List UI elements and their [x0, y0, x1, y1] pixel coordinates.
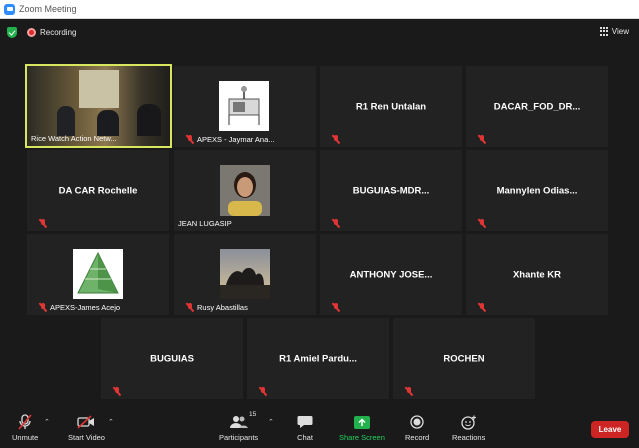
participant-tile[interactable]: Rice Watch Action Netw...	[25, 64, 172, 148]
participant-name-label: Rusy Abastillas	[186, 303, 248, 312]
participants-icon	[229, 414, 248, 430]
recording-dot-icon	[27, 27, 36, 37]
participant-mute-indicator	[405, 387, 416, 396]
video-off-icon	[77, 414, 95, 430]
microphone-muted-icon	[332, 135, 340, 144]
microphone-muted-icon	[478, 135, 486, 144]
participant-tile[interactable]: Mannylen Odias...	[466, 150, 608, 231]
window-title: Zoom Meeting	[19, 4, 77, 14]
participant-mute-indicator	[478, 135, 489, 144]
participant-name-center: Xhante KR	[512, 269, 562, 280]
participant-name-center: DA CAR Rochelle	[58, 185, 138, 196]
microphone-muted-icon	[332, 219, 340, 228]
view-button[interactable]: View	[599, 27, 629, 36]
grid-view-icon	[599, 27, 609, 36]
unmute-button[interactable]: Unmute	[12, 414, 38, 442]
participant-mute-indicator	[332, 219, 343, 228]
microphone-muted-icon	[259, 387, 267, 396]
microphone-muted-icon	[186, 135, 194, 144]
meeting-area: Recording View Rice Watch Action Netw...…	[0, 19, 639, 448]
microphone-muted-icon	[405, 387, 413, 396]
participant-name-center: BUGUIAS	[150, 353, 194, 364]
participant-tile[interactable]: ROCHEN	[393, 318, 535, 399]
participant-mute-indicator	[478, 219, 489, 228]
caret-up-icon[interactable]: ⌃	[108, 418, 114, 426]
reactions-icon	[461, 414, 477, 430]
start-video-button[interactable]: Start Video	[68, 414, 105, 442]
view-label: View	[611, 27, 629, 36]
microphone-muted-icon	[18, 414, 32, 430]
reactions-button[interactable]: Reactions	[452, 414, 485, 442]
participant-tile[interactable]: APEXS-James Acejo	[27, 234, 169, 315]
participant-name-center: DACAR_FOD_DR...	[493, 101, 581, 112]
chat-icon	[297, 414, 313, 430]
participants-button[interactable]: Participants	[219, 414, 258, 442]
meeting-toolbar: Unmute ⌃ Start Video ⌃ Participants 15 ⌃…	[0, 410, 639, 448]
meeting-topbar: Recording View	[0, 19, 639, 45]
recording-label: Recording	[40, 27, 77, 37]
microphone-muted-icon	[478, 219, 486, 228]
security-shield-icon[interactable]	[7, 27, 17, 38]
participant-name-center: R1 Amiel Pardu...	[279, 353, 357, 364]
microphone-muted-icon	[39, 303, 47, 312]
participant-mute-indicator	[113, 387, 124, 396]
participant-name-label: APEXS-James Acejo	[39, 303, 120, 312]
participant-tile[interactable]: Xhante KR	[466, 234, 608, 315]
record-icon	[410, 414, 424, 430]
participant-name-center: Mannylen Odias...	[496, 185, 578, 196]
participant-mute-indicator	[478, 303, 489, 312]
participant-picture	[220, 165, 270, 216]
participant-tile[interactable]: DACAR_FOD_DR...	[466, 66, 608, 147]
participant-name-label: APEXS - Jaymar Ana...	[186, 135, 275, 144]
share-screen-icon	[353, 414, 370, 430]
participant-tile[interactable]: BUGUIAS-MDR...	[320, 150, 462, 231]
participant-tile[interactable]: R1 Amiel Pardu...	[247, 318, 389, 399]
participant-name-center: R1 Ren Untalan	[355, 101, 427, 112]
participant-tile[interactable]: Rusy Abastillas	[174, 234, 316, 315]
participant-picture	[219, 81, 269, 131]
participant-tile[interactable]: DA CAR Rochelle	[27, 150, 169, 231]
participant-name-label: JEAN LUGASIP	[178, 219, 232, 228]
microphone-muted-icon	[186, 303, 194, 312]
participant-picture	[73, 249, 123, 299]
participant-mute-indicator	[332, 135, 343, 144]
participant-name-label: Rice Watch Action Netw...	[31, 134, 117, 143]
microphone-muted-icon	[113, 387, 121, 396]
caret-up-icon[interactable]: ⌃	[44, 418, 50, 426]
recording-indicator[interactable]: Recording	[27, 26, 76, 38]
window-titlebar: Zoom Meeting	[0, 0, 639, 19]
participant-mute-indicator	[259, 387, 270, 396]
caret-up-icon[interactable]: ⌃	[268, 418, 274, 426]
participant-tile[interactable]: ANTHONY JOSE...	[320, 234, 462, 315]
participant-tile[interactable]: APEXS - Jaymar Ana...	[174, 66, 316, 147]
participant-name-center: BUGUIAS-MDR...	[352, 185, 430, 196]
participant-tile[interactable]: BUGUIAS	[101, 318, 243, 399]
participant-name-center: ROCHEN	[443, 353, 485, 364]
participant-mute-indicator	[332, 303, 343, 312]
participant-tile[interactable]: R1 Ren Untalan	[320, 66, 462, 147]
participant-tile[interactable]: JEAN LUGASIP	[174, 150, 316, 231]
participant-picture	[220, 249, 270, 299]
zoom-logo-icon	[4, 3, 15, 15]
chat-button[interactable]: Chat	[297, 414, 313, 442]
record-button[interactable]: Record	[405, 414, 429, 442]
microphone-muted-icon	[478, 303, 486, 312]
participants-count: 15	[249, 411, 257, 418]
microphone-muted-icon	[39, 219, 47, 228]
share-screen-button[interactable]: Share Screen	[339, 414, 385, 442]
microphone-muted-icon	[332, 303, 340, 312]
participant-name-center: ANTHONY JOSE...	[349, 269, 433, 280]
participant-mute-indicator	[39, 219, 50, 228]
leave-button[interactable]: Leave	[591, 421, 629, 438]
